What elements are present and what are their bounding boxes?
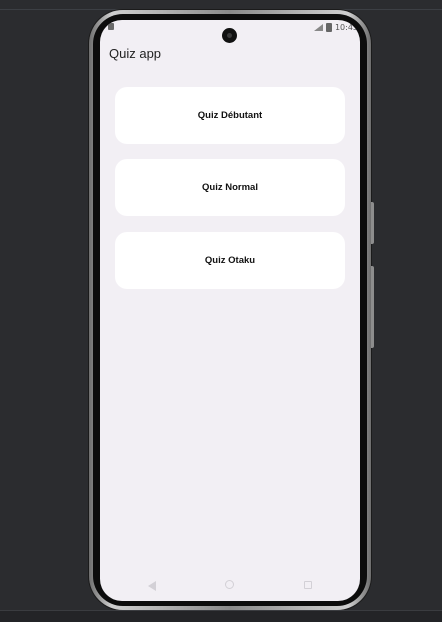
recents-icon[interactable] — [304, 581, 312, 589]
signal-icon — [313, 24, 323, 31]
power-button — [371, 266, 374, 348]
back-icon[interactable] — [148, 581, 156, 591]
system-nav-bar — [100, 579, 360, 593]
status-time: 10:45 — [334, 23, 358, 32]
notification-icon — [108, 23, 114, 30]
front-camera-icon — [222, 28, 237, 43]
page-title: Quiz app — [109, 46, 162, 61]
device-screen: 10:45 Quiz app Quiz Débutant Quiz Normal… — [100, 20, 360, 601]
quiz-beginner-label: Quiz Débutant — [197, 110, 263, 121]
battery-icon — [325, 23, 332, 32]
ide-bottom-bar — [0, 610, 442, 622]
quiz-normal-label: Quiz Normal — [202, 182, 258, 193]
home-icon[interactable] — [225, 580, 234, 589]
status-indicators: 10:45 — [313, 23, 358, 32]
quiz-otaku-button[interactable]: Quiz Otaku — [115, 232, 345, 289]
quiz-beginner-button[interactable]: Quiz Débutant — [115, 87, 345, 144]
quiz-otaku-label: Quiz Otaku — [204, 255, 256, 266]
volume-button — [371, 202, 374, 244]
quiz-normal-button[interactable]: Quiz Normal — [115, 159, 345, 216]
